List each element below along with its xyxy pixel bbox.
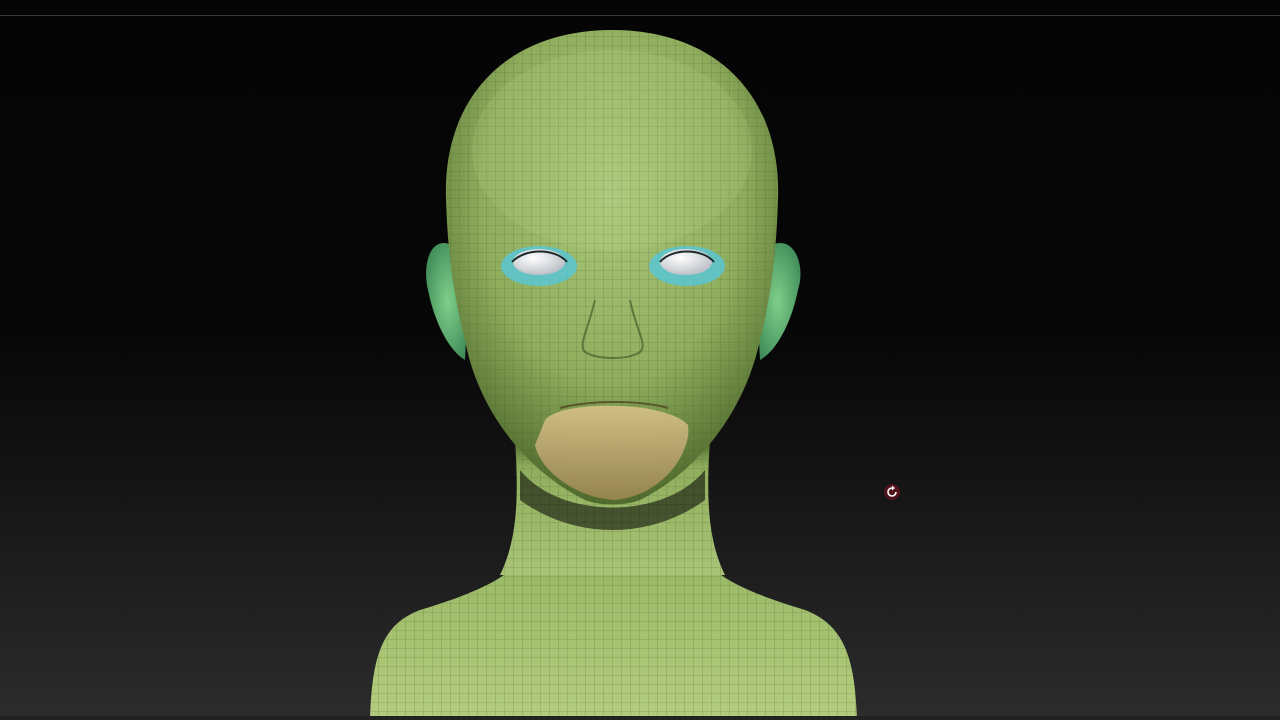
3d-viewport[interactable] (0, 0, 1280, 720)
viewport-bottom-border (0, 716, 1280, 720)
right-eye (649, 246, 725, 286)
head (445, 30, 779, 505)
shoulders (370, 560, 857, 720)
rotate-cursor-icon (884, 484, 900, 500)
head-bust-model[interactable] (0, 0, 1280, 720)
left-eye (501, 246, 577, 286)
